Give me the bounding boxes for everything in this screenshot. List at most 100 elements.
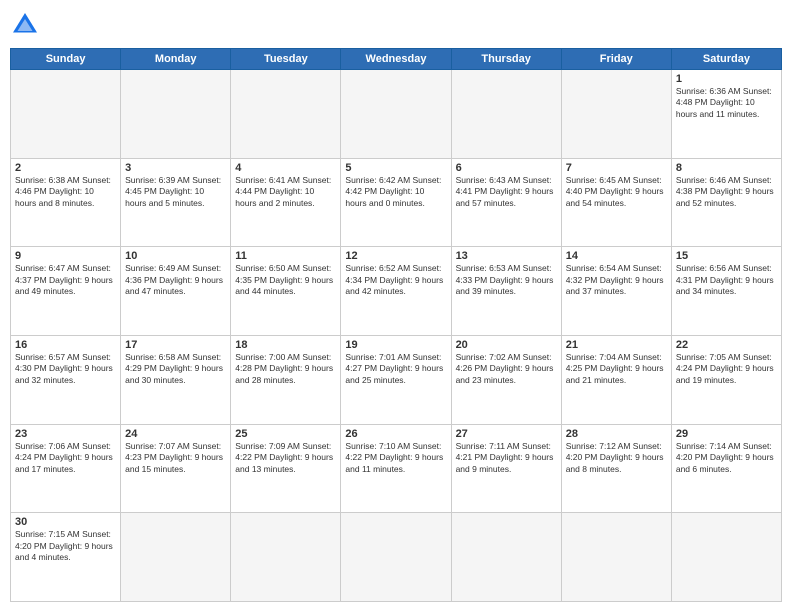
day-number: 30 bbox=[15, 516, 116, 528]
calendar-cell bbox=[341, 70, 451, 159]
day-info: Sunrise: 6:58 AM Sunset: 4:29 PM Dayligh… bbox=[125, 352, 226, 386]
day-info: Sunrise: 7:15 AM Sunset: 4:20 PM Dayligh… bbox=[15, 529, 116, 563]
weekday-header-thursday: Thursday bbox=[451, 49, 561, 70]
calendar-cell: 27Sunrise: 7:11 AM Sunset: 4:21 PM Dayli… bbox=[451, 424, 561, 513]
day-info: Sunrise: 7:12 AM Sunset: 4:20 PM Dayligh… bbox=[566, 441, 667, 475]
calendar-cell: 30Sunrise: 7:15 AM Sunset: 4:20 PM Dayli… bbox=[11, 513, 121, 602]
weekday-header-monday: Monday bbox=[121, 49, 231, 70]
day-number: 12 bbox=[345, 250, 446, 262]
calendar-cell: 19Sunrise: 7:01 AM Sunset: 4:27 PM Dayli… bbox=[341, 335, 451, 424]
weekday-header-friday: Friday bbox=[561, 49, 671, 70]
day-number: 28 bbox=[566, 428, 667, 440]
calendar-cell: 7Sunrise: 6:45 AM Sunset: 4:40 PM Daylig… bbox=[561, 158, 671, 247]
logo bbox=[10, 10, 44, 40]
day-number: 4 bbox=[235, 162, 336, 174]
day-info: Sunrise: 6:43 AM Sunset: 4:41 PM Dayligh… bbox=[456, 175, 557, 209]
day-number: 13 bbox=[456, 250, 557, 262]
header bbox=[10, 10, 782, 40]
calendar-cell: 6Sunrise: 6:43 AM Sunset: 4:41 PM Daylig… bbox=[451, 158, 561, 247]
calendar-cell: 12Sunrise: 6:52 AM Sunset: 4:34 PM Dayli… bbox=[341, 247, 451, 336]
day-number: 17 bbox=[125, 339, 226, 351]
day-number: 1 bbox=[676, 73, 777, 85]
day-number: 19 bbox=[345, 339, 446, 351]
calendar-cell: 3Sunrise: 6:39 AM Sunset: 4:45 PM Daylig… bbox=[121, 158, 231, 247]
calendar-week-row: 1Sunrise: 6:36 AM Sunset: 4:48 PM Daylig… bbox=[11, 70, 782, 159]
calendar-cell: 14Sunrise: 6:54 AM Sunset: 4:32 PM Dayli… bbox=[561, 247, 671, 336]
day-number: 11 bbox=[235, 250, 336, 262]
calendar-cell bbox=[671, 513, 781, 602]
day-info: Sunrise: 7:10 AM Sunset: 4:22 PM Dayligh… bbox=[345, 441, 446, 475]
day-number: 14 bbox=[566, 250, 667, 262]
day-number: 3 bbox=[125, 162, 226, 174]
day-number: 21 bbox=[566, 339, 667, 351]
calendar-cell bbox=[451, 70, 561, 159]
day-info: Sunrise: 6:57 AM Sunset: 4:30 PM Dayligh… bbox=[15, 352, 116, 386]
calendar-cell: 20Sunrise: 7:02 AM Sunset: 4:26 PM Dayli… bbox=[451, 335, 561, 424]
calendar-cell: 18Sunrise: 7:00 AM Sunset: 4:28 PM Dayli… bbox=[231, 335, 341, 424]
calendar-cell bbox=[121, 70, 231, 159]
calendar-week-row: 2Sunrise: 6:38 AM Sunset: 4:46 PM Daylig… bbox=[11, 158, 782, 247]
day-number: 26 bbox=[345, 428, 446, 440]
day-info: Sunrise: 6:45 AM Sunset: 4:40 PM Dayligh… bbox=[566, 175, 667, 209]
calendar-cell: 21Sunrise: 7:04 AM Sunset: 4:25 PM Dayli… bbox=[561, 335, 671, 424]
calendar-week-row: 16Sunrise: 6:57 AM Sunset: 4:30 PM Dayli… bbox=[11, 335, 782, 424]
day-info: Sunrise: 6:54 AM Sunset: 4:32 PM Dayligh… bbox=[566, 263, 667, 297]
calendar-cell: 5Sunrise: 6:42 AM Sunset: 4:42 PM Daylig… bbox=[341, 158, 451, 247]
day-info: Sunrise: 7:06 AM Sunset: 4:24 PM Dayligh… bbox=[15, 441, 116, 475]
day-info: Sunrise: 6:41 AM Sunset: 4:44 PM Dayligh… bbox=[235, 175, 336, 209]
day-number: 9 bbox=[15, 250, 116, 262]
day-info: Sunrise: 6:46 AM Sunset: 4:38 PM Dayligh… bbox=[676, 175, 777, 209]
calendar-table: SundayMondayTuesdayWednesdayThursdayFrid… bbox=[10, 48, 782, 602]
calendar-cell: 17Sunrise: 6:58 AM Sunset: 4:29 PM Dayli… bbox=[121, 335, 231, 424]
day-number: 15 bbox=[676, 250, 777, 262]
weekday-header-wednesday: Wednesday bbox=[341, 49, 451, 70]
day-number: 20 bbox=[456, 339, 557, 351]
calendar-cell: 26Sunrise: 7:10 AM Sunset: 4:22 PM Dayli… bbox=[341, 424, 451, 513]
weekday-header-saturday: Saturday bbox=[671, 49, 781, 70]
day-info: Sunrise: 6:53 AM Sunset: 4:33 PM Dayligh… bbox=[456, 263, 557, 297]
day-info: Sunrise: 6:47 AM Sunset: 4:37 PM Dayligh… bbox=[15, 263, 116, 297]
calendar-cell bbox=[231, 70, 341, 159]
day-info: Sunrise: 7:11 AM Sunset: 4:21 PM Dayligh… bbox=[456, 441, 557, 475]
calendar-cell: 28Sunrise: 7:12 AM Sunset: 4:20 PM Dayli… bbox=[561, 424, 671, 513]
day-info: Sunrise: 7:00 AM Sunset: 4:28 PM Dayligh… bbox=[235, 352, 336, 386]
calendar-cell: 9Sunrise: 6:47 AM Sunset: 4:37 PM Daylig… bbox=[11, 247, 121, 336]
day-info: Sunrise: 7:04 AM Sunset: 4:25 PM Dayligh… bbox=[566, 352, 667, 386]
calendar-cell bbox=[561, 513, 671, 602]
calendar-cell: 1Sunrise: 6:36 AM Sunset: 4:48 PM Daylig… bbox=[671, 70, 781, 159]
calendar-cell: 4Sunrise: 6:41 AM Sunset: 4:44 PM Daylig… bbox=[231, 158, 341, 247]
day-info: Sunrise: 6:38 AM Sunset: 4:46 PM Dayligh… bbox=[15, 175, 116, 209]
day-number: 2 bbox=[15, 162, 116, 174]
calendar-cell: 24Sunrise: 7:07 AM Sunset: 4:23 PM Dayli… bbox=[121, 424, 231, 513]
weekday-header-sunday: Sunday bbox=[11, 49, 121, 70]
day-number: 10 bbox=[125, 250, 226, 262]
weekday-header-row: SundayMondayTuesdayWednesdayThursdayFrid… bbox=[11, 49, 782, 70]
calendar-cell: 25Sunrise: 7:09 AM Sunset: 4:22 PM Dayli… bbox=[231, 424, 341, 513]
day-info: Sunrise: 6:56 AM Sunset: 4:31 PM Dayligh… bbox=[676, 263, 777, 297]
calendar-cell: 15Sunrise: 6:56 AM Sunset: 4:31 PM Dayli… bbox=[671, 247, 781, 336]
day-number: 27 bbox=[456, 428, 557, 440]
calendar-cell: 2Sunrise: 6:38 AM Sunset: 4:46 PM Daylig… bbox=[11, 158, 121, 247]
calendar-cell: 13Sunrise: 6:53 AM Sunset: 4:33 PM Dayli… bbox=[451, 247, 561, 336]
day-info: Sunrise: 6:52 AM Sunset: 4:34 PM Dayligh… bbox=[345, 263, 446, 297]
calendar-cell: 8Sunrise: 6:46 AM Sunset: 4:38 PM Daylig… bbox=[671, 158, 781, 247]
day-number: 29 bbox=[676, 428, 777, 440]
day-number: 22 bbox=[676, 339, 777, 351]
logo-icon bbox=[10, 10, 40, 40]
day-info: Sunrise: 6:42 AM Sunset: 4:42 PM Dayligh… bbox=[345, 175, 446, 209]
calendar-cell: 10Sunrise: 6:49 AM Sunset: 4:36 PM Dayli… bbox=[121, 247, 231, 336]
calendar-cell bbox=[121, 513, 231, 602]
calendar-cell bbox=[561, 70, 671, 159]
calendar-week-row: 9Sunrise: 6:47 AM Sunset: 4:37 PM Daylig… bbox=[11, 247, 782, 336]
day-number: 6 bbox=[456, 162, 557, 174]
calendar-cell: 11Sunrise: 6:50 AM Sunset: 4:35 PM Dayli… bbox=[231, 247, 341, 336]
day-info: Sunrise: 6:36 AM Sunset: 4:48 PM Dayligh… bbox=[676, 86, 777, 120]
day-info: Sunrise: 7:14 AM Sunset: 4:20 PM Dayligh… bbox=[676, 441, 777, 475]
calendar-cell: 29Sunrise: 7:14 AM Sunset: 4:20 PM Dayli… bbox=[671, 424, 781, 513]
day-number: 8 bbox=[676, 162, 777, 174]
calendar-cell bbox=[341, 513, 451, 602]
calendar-week-row: 23Sunrise: 7:06 AM Sunset: 4:24 PM Dayli… bbox=[11, 424, 782, 513]
day-number: 16 bbox=[15, 339, 116, 351]
calendar-cell: 22Sunrise: 7:05 AM Sunset: 4:24 PM Dayli… bbox=[671, 335, 781, 424]
weekday-header-tuesday: Tuesday bbox=[231, 49, 341, 70]
